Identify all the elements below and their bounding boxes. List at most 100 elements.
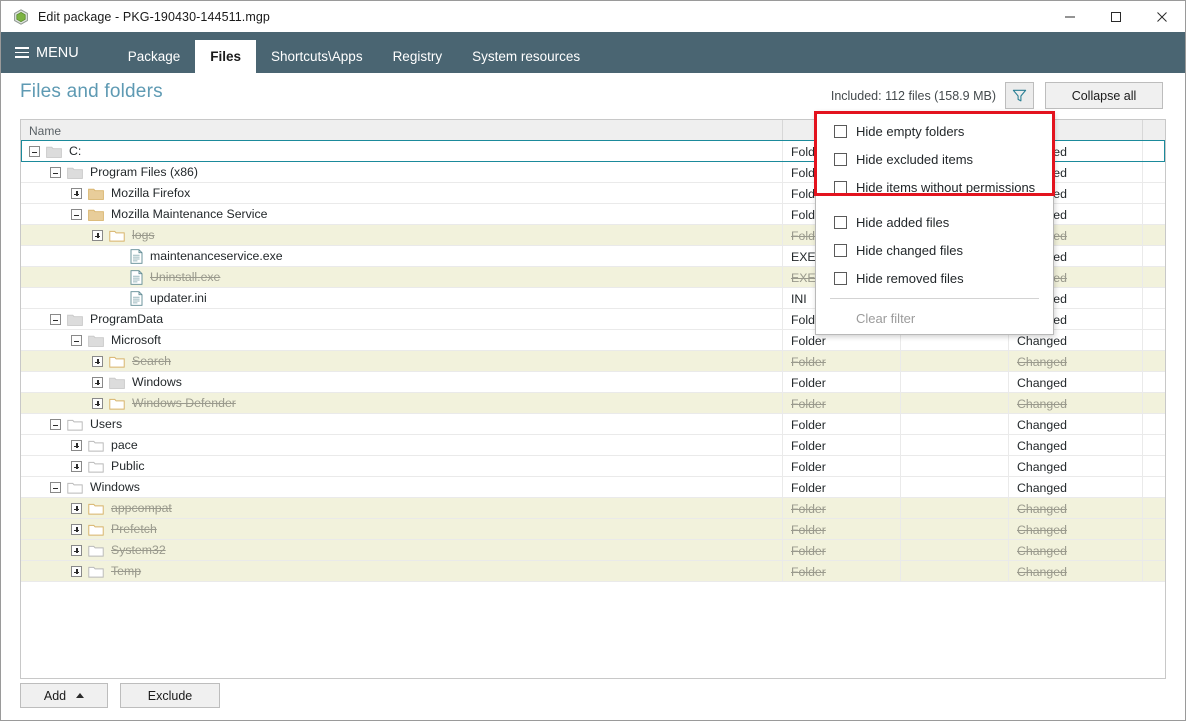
folder-icon (109, 377, 125, 389)
table-row[interactable]: Prefetch Folder Changed (21, 519, 1165, 540)
filter-menu-item[interactable]: Hide empty folders (816, 117, 1053, 145)
folder-icon (88, 524, 104, 536)
collapse-icon[interactable] (50, 419, 61, 430)
table-row[interactable]: appcompat Folder Changed (21, 498, 1165, 519)
cell-last (1143, 267, 1165, 288)
tab-package[interactable]: Package (113, 40, 196, 73)
folder-icon (88, 461, 104, 473)
collapse-all-button[interactable]: Collapse all (1045, 82, 1163, 109)
hamburger-icon (15, 47, 29, 58)
table-row[interactable]: Windows Folder Changed (21, 477, 1165, 498)
filter-menu-item-label: Hide excluded items (856, 151, 974, 167)
menu-button[interactable]: MENU (1, 32, 95, 73)
table-row[interactable]: Users Folder Changed (21, 414, 1165, 435)
cell-last (1143, 309, 1165, 330)
filter-menu-item[interactable]: Hide removed files (816, 264, 1053, 292)
add-button[interactable]: Add (20, 683, 108, 708)
cell-name: Windows Defender (21, 393, 783, 414)
checkbox-icon[interactable] (834, 243, 847, 257)
cell-name: Uninstall.exe (21, 267, 783, 288)
tab-files[interactable]: Files (195, 40, 257, 73)
cell-last (1143, 330, 1165, 351)
checkbox-icon[interactable] (834, 271, 847, 285)
collapse-icon[interactable] (50, 167, 61, 178)
cell-name: Prefetch (21, 519, 783, 540)
cell-last (1143, 519, 1165, 540)
table-row[interactable]: Temp Folder Changed (21, 561, 1165, 582)
close-icon[interactable] (1139, 1, 1185, 32)
file-icon (130, 249, 143, 264)
table-row[interactable]: System32 Folder Changed (21, 540, 1165, 561)
cell-last (1143, 141, 1165, 162)
table-row[interactable]: pace Folder Changed (21, 435, 1165, 456)
row-name-label: System32 (111, 543, 166, 557)
expand-icon[interactable] (92, 230, 103, 241)
exclude-button[interactable]: Exclude (120, 683, 220, 708)
filter-menu-item[interactable]: Hide excluded items (816, 145, 1053, 173)
collapse-icon[interactable] (50, 482, 61, 493)
cell-last (1143, 246, 1165, 267)
filter-menu-item[interactable]: Hide changed files (816, 236, 1053, 264)
cell-last (1143, 372, 1165, 393)
cell-name: ProgramData (21, 309, 783, 330)
expand-icon[interactable] (71, 545, 82, 556)
cell-name: Public (21, 456, 783, 477)
row-name-label: Windows (132, 375, 182, 389)
cell-name: Temp (21, 561, 783, 582)
table-row[interactable]: Public Folder Changed (21, 456, 1165, 477)
column-header-last[interactable] (1143, 120, 1165, 141)
filter-menu-item[interactable]: Hide items without permissions (816, 173, 1053, 201)
table-row[interactable]: Windows Folder Changed (21, 372, 1165, 393)
collapse-icon[interactable] (29, 146, 40, 157)
footer-actions: Add Exclude (20, 683, 220, 708)
cell-extra (901, 372, 1009, 393)
column-header-name[interactable]: Name (21, 120, 783, 141)
filter-menu-item-label: Hide removed files (856, 270, 964, 286)
cell-name: logs (21, 225, 783, 246)
checkbox-icon[interactable] (834, 124, 847, 138)
expand-icon[interactable] (71, 440, 82, 451)
row-name-label: Mozilla Firefox (111, 186, 191, 200)
tab-registry[interactable]: Registry (378, 40, 458, 73)
application-window: Edit package - PKG-190430-144511.mgp MEN… (0, 0, 1186, 721)
cell-name: Windows (21, 477, 783, 498)
folder-icon (88, 566, 104, 578)
table-row[interactable]: Search Folder Changed (21, 351, 1165, 372)
expand-icon[interactable] (71, 524, 82, 535)
expand-icon[interactable] (71, 566, 82, 577)
expand-icon[interactable] (92, 398, 103, 409)
expand-icon[interactable] (71, 503, 82, 514)
expand-icon[interactable] (71, 188, 82, 199)
cell-type: Folder (783, 456, 901, 477)
checkbox-icon[interactable] (834, 180, 847, 194)
row-name-label: logs (132, 228, 155, 242)
cell-name: System32 (21, 540, 783, 561)
cell-last (1143, 288, 1165, 309)
checkbox-icon[interactable] (834, 152, 847, 166)
expand-icon[interactable] (92, 377, 103, 388)
tab-shortcuts-apps[interactable]: Shortcuts\Apps (256, 40, 378, 73)
row-name-label: Uninstall.exe (150, 270, 221, 284)
filter-menu-item-label: Hide changed files (856, 242, 963, 258)
cell-last (1143, 183, 1165, 204)
window-controls (1047, 1, 1185, 32)
maximize-icon[interactable] (1093, 1, 1139, 32)
expand-icon[interactable] (92, 356, 103, 367)
cell-name: Windows (21, 372, 783, 393)
checkbox-icon[interactable] (834, 215, 847, 229)
collapse-icon[interactable] (71, 209, 82, 220)
table-row[interactable]: Windows Defender Folder Changed (21, 393, 1165, 414)
folder-icon (109, 398, 125, 410)
collapse-icon[interactable] (50, 314, 61, 325)
minimize-icon[interactable] (1047, 1, 1093, 32)
cell-status: Changed (1009, 351, 1143, 372)
filter-menu-item[interactable]: Hide added files (816, 208, 1053, 236)
cell-type: Folder (783, 498, 901, 519)
collapse-icon[interactable] (71, 335, 82, 346)
cell-type: Folder (783, 519, 901, 540)
filter-funnel-icon[interactable] (1005, 82, 1034, 109)
tab-system-resources[interactable]: System resources (457, 40, 595, 73)
expand-icon[interactable] (71, 461, 82, 472)
